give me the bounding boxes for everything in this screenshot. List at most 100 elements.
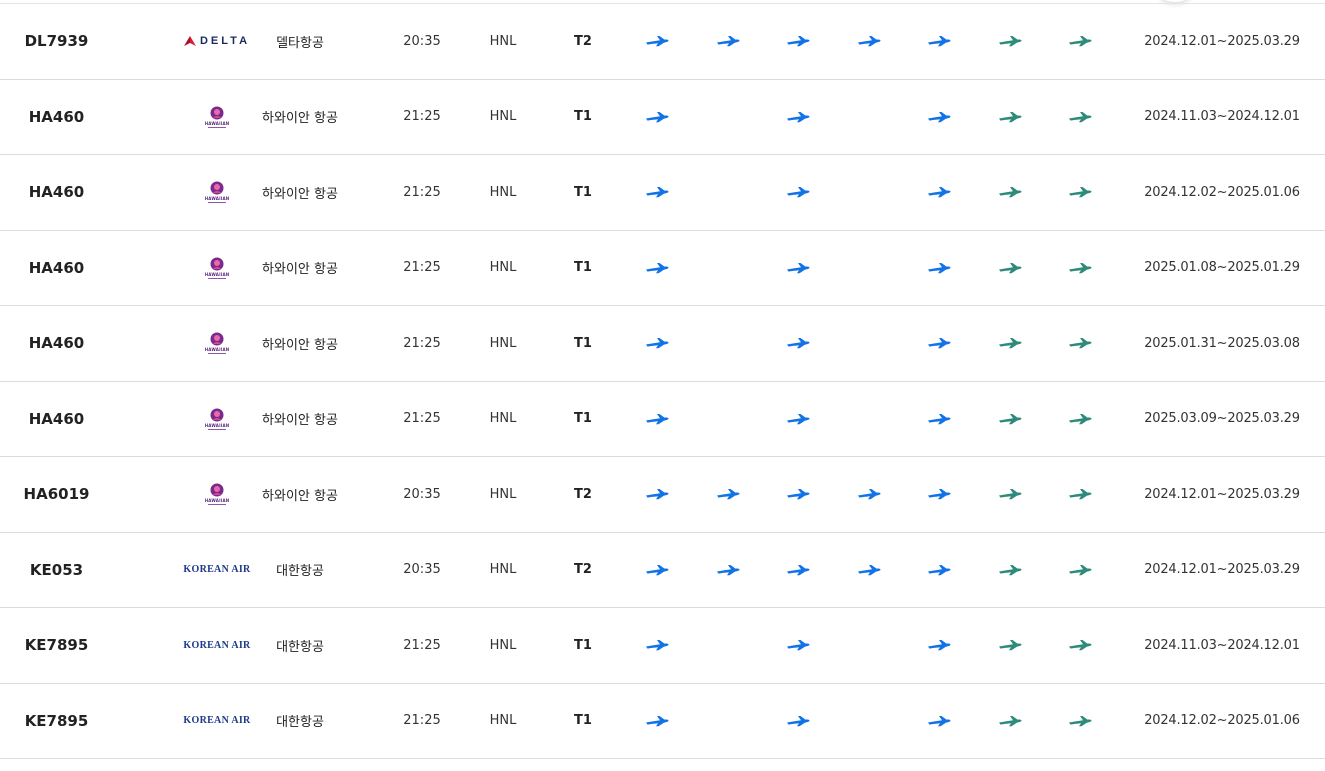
plane-icon <box>927 186 951 198</box>
operating-period: 2024.12.02~2025.01.06 <box>1144 184 1300 200</box>
airline-logo: HAWAIIAN <box>178 155 256 230</box>
day-slot-5 <box>914 231 964 306</box>
terminal: T1 <box>574 260 592 276</box>
airline-name: 하와이안 항공 <box>262 262 338 278</box>
departure-time: 20:35 <box>403 33 441 49</box>
flight-number: HA460 <box>28 334 85 353</box>
plane-icon <box>786 715 810 727</box>
plane-icon <box>786 639 810 651</box>
scroll-shadow <box>1160 0 1190 2</box>
departure-time: 20:35 <box>403 562 441 578</box>
destination: HNL <box>489 33 517 49</box>
korean-air-logo-icon: KOREAN AIR <box>183 639 251 651</box>
terminal: T1 <box>574 184 592 200</box>
day-slot-3 <box>773 231 823 306</box>
destination: HNL <box>489 109 517 125</box>
operating-period: 2025.01.31~2025.03.08 <box>1144 335 1300 351</box>
plane-icon <box>645 262 669 274</box>
day-slot-3 <box>773 4 823 79</box>
airline-name: 하와이안 항공 <box>262 111 338 127</box>
korean-air-logo-icon: KOREAN AIR <box>183 564 251 576</box>
day-slot-5 <box>914 684 964 759</box>
table-row: KE7895 KOREAN AIR 대한항공 21:25 HNL T1 2024.11.03… <box>0 608 1325 684</box>
day-slot-1 <box>632 231 682 306</box>
terminal: T2 <box>574 486 592 502</box>
day-slot-7 <box>1055 80 1105 155</box>
plane-icon <box>927 111 951 123</box>
destination: HNL <box>489 637 517 653</box>
airline-logo: HAWAIIAN <box>178 231 256 306</box>
flight-number: KE7895 <box>24 636 89 655</box>
day-slot-4 <box>844 533 894 608</box>
plane-icon <box>645 413 669 425</box>
departure-time: 21:25 <box>403 335 441 351</box>
plane-icon <box>998 715 1022 727</box>
day-slot-1 <box>632 155 682 230</box>
plane-icon <box>998 564 1022 576</box>
plane-icon <box>998 111 1022 123</box>
day-slot-4 <box>844 382 894 457</box>
day-slot-6 <box>985 306 1035 381</box>
day-slot-1 <box>632 684 682 759</box>
day-slot-1 <box>632 80 682 155</box>
plane-icon <box>927 715 951 727</box>
plane-icon <box>1068 639 1092 651</box>
day-slot-5 <box>914 457 964 532</box>
destination: HNL <box>489 411 517 427</box>
plane-icon <box>1068 35 1092 47</box>
airline-name: 대한항공 <box>276 715 324 731</box>
flight-schedule-table: DL7939 DELTA 델타항공 20:35 HNL T2 2024.12.01~2025… <box>0 3 1325 759</box>
day-slot-7 <box>1055 4 1105 79</box>
day-slot-2 <box>703 457 753 532</box>
destination: HNL <box>489 486 517 502</box>
day-slot-4 <box>844 80 894 155</box>
plane-icon <box>1068 337 1092 349</box>
day-slot-5 <box>914 382 964 457</box>
airline-logo: HAWAIIAN <box>178 457 256 532</box>
day-slot-5 <box>914 4 964 79</box>
table-row: HA6019 HAWAIIAN 하와이안 항공 20:35 HNL T2 2024.12.0… <box>0 457 1325 533</box>
hawaiian-logo-icon: HAWAIIAN <box>205 257 230 279</box>
plane-icon <box>645 35 669 47</box>
hawaiian-logo-icon: HAWAIIAN <box>205 181 230 204</box>
plane-icon <box>716 488 740 500</box>
flight-number: DL7939 <box>24 32 89 51</box>
day-slot-1 <box>632 306 682 381</box>
departure-time: 20:35 <box>403 486 441 502</box>
plane-icon <box>998 488 1022 500</box>
operating-period: 2024.11.03~2024.12.01 <box>1144 109 1300 125</box>
day-slot-5 <box>914 533 964 608</box>
day-slot-4 <box>844 684 894 759</box>
departure-time: 21:25 <box>403 713 441 729</box>
day-slot-3 <box>773 155 823 230</box>
delta-logo-icon: DELTA <box>183 35 250 47</box>
day-slot-2 <box>703 382 753 457</box>
airline-logo: DELTA <box>178 4 256 79</box>
terminal: T1 <box>574 109 592 125</box>
operating-period: 2024.12.02~2025.01.06 <box>1144 713 1300 729</box>
destination: HNL <box>489 562 517 578</box>
airline-name: 델타항공 <box>276 35 324 51</box>
operating-period: 2024.12.01~2025.03.29 <box>1144 562 1300 578</box>
day-slot-6 <box>985 155 1035 230</box>
day-slot-3 <box>773 533 823 608</box>
destination: HNL <box>489 713 517 729</box>
korean-air-logo-icon: KOREAN AIR <box>183 715 251 727</box>
plane-icon <box>786 186 810 198</box>
day-slot-3 <box>773 457 823 532</box>
day-slot-2 <box>703 4 753 79</box>
day-slot-3 <box>773 684 823 759</box>
plane-icon <box>927 564 951 576</box>
plane-icon <box>716 564 740 576</box>
airline-name: 대한항공 <box>276 564 324 580</box>
day-slot-5 <box>914 155 964 230</box>
table-row: HA460 HAWAIIAN 하와이안 항공 21:25 HNL T1 2024.12.02… <box>0 155 1325 231</box>
table-row: HA460 HAWAIIAN 하와이안 항공 21:25 HNL T1 2024.11.03… <box>0 80 1325 155</box>
day-slot-1 <box>632 382 682 457</box>
plane-icon <box>716 35 740 47</box>
terminal: T1 <box>574 335 592 351</box>
departure-time: 21:25 <box>403 184 441 200</box>
plane-icon <box>1068 186 1092 198</box>
plane-icon <box>998 413 1022 425</box>
plane-icon <box>857 488 881 500</box>
